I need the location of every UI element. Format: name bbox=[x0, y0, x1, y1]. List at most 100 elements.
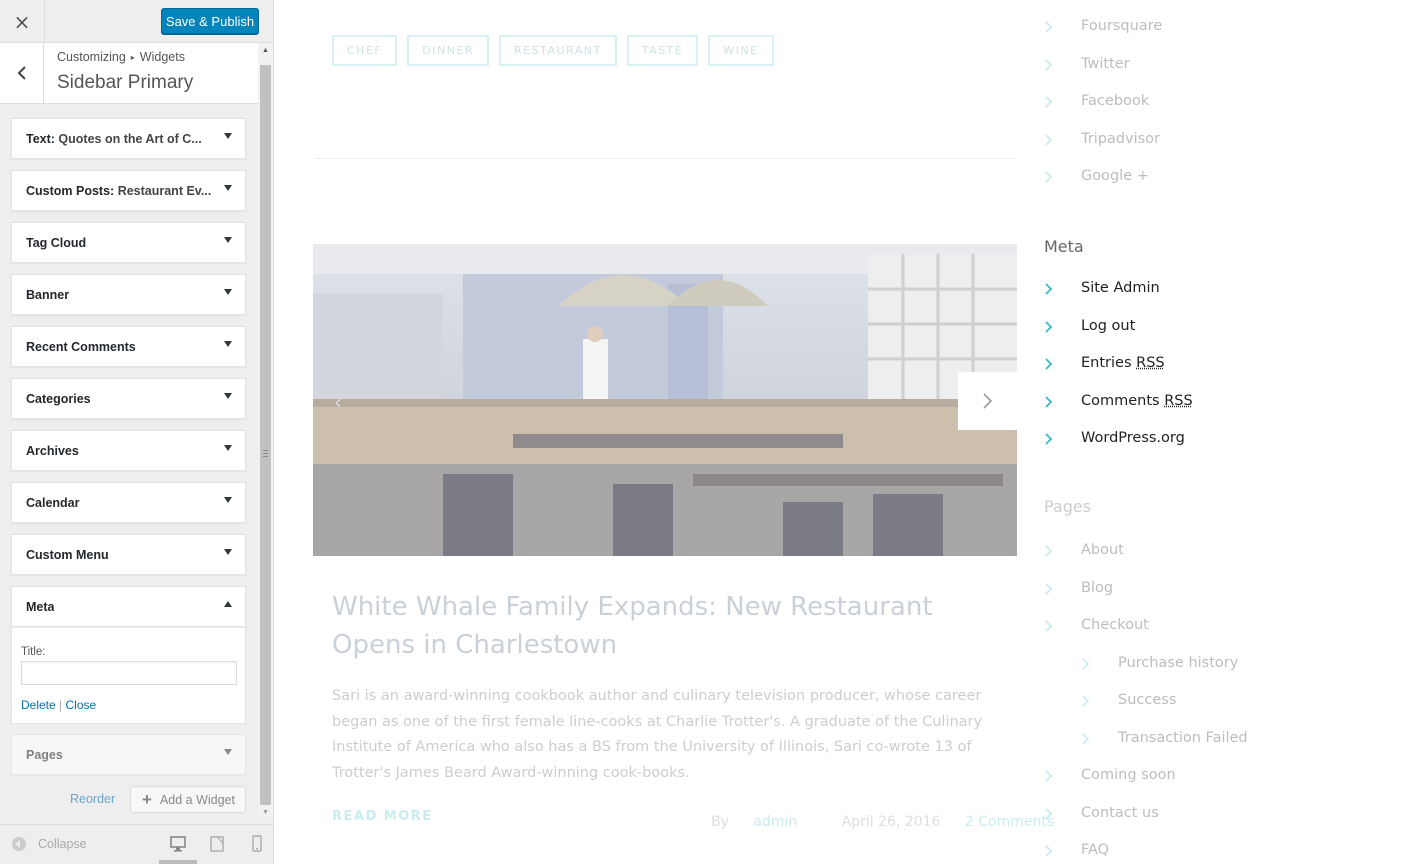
widget-title: Banner bbox=[26, 288, 70, 302]
meta-link-comments-rss[interactable]: Comments RSS bbox=[1044, 393, 1193, 431]
mobile-preview-icon[interactable] bbox=[248, 835, 266, 853]
list-item[interactable]: Checkout bbox=[1044, 617, 1248, 655]
tag-restaurant[interactable]: RESTAURANT bbox=[499, 35, 617, 66]
widget-title: Custom Menu bbox=[26, 548, 109, 562]
widget-title: Calendar bbox=[26, 496, 80, 510]
post-title[interactable]: White Whale Family Expands: New Restaura… bbox=[332, 588, 1002, 664]
pages-widget-heading: Pages bbox=[1044, 497, 1092, 516]
post-tags: CHEF DINNER RESTAURANT TASTE WINE bbox=[332, 35, 784, 66]
widget-recent-comments[interactable]: Recent Comments bbox=[11, 326, 246, 367]
chevron-right-icon bbox=[1045, 171, 1053, 183]
by-label: By bbox=[711, 814, 729, 830]
widget-calendar[interactable]: Calendar bbox=[11, 482, 246, 523]
meta-link-site-admin[interactable]: Site Admin bbox=[1044, 280, 1193, 318]
chevron-right-icon bbox=[1045, 58, 1053, 71]
slider-prev-icon[interactable]: ‹ bbox=[334, 390, 342, 414]
list-item[interactable]: Success bbox=[1044, 692, 1248, 730]
collapse-arrow-icon bbox=[12, 837, 26, 851]
chevron-right-icon bbox=[1045, 320, 1053, 333]
desktop-preview-icon[interactable] bbox=[169, 835, 187, 853]
breadcrumb: Customizing ▸ Widgets bbox=[57, 50, 185, 64]
collapse-button[interactable]: Collapse bbox=[12, 837, 87, 851]
close-widget-link[interactable]: Close bbox=[66, 698, 97, 712]
widget-text[interactable]: Text: Quotes on the Art of C... bbox=[11, 118, 246, 159]
chevron-right-icon bbox=[1082, 657, 1090, 670]
chevron-right-icon bbox=[982, 393, 992, 409]
widget-title: Archives bbox=[26, 444, 79, 458]
slider-next-button[interactable] bbox=[958, 372, 1017, 430]
widget-title: Text: Quotes on the Art of C... bbox=[26, 132, 202, 146]
widget-meta[interactable]: Meta bbox=[11, 586, 246, 627]
list-item[interactable]: Twitter bbox=[1044, 56, 1162, 94]
list-item[interactable]: Contact us bbox=[1044, 805, 1248, 843]
chevron-right-icon bbox=[1082, 695, 1090, 707]
widget-custom-posts[interactable]: Custom Posts: Restaurant Ev... bbox=[11, 170, 246, 211]
meta-link-log-out[interactable]: Log out bbox=[1044, 318, 1193, 356]
tag-wine[interactable]: WINE bbox=[708, 35, 774, 66]
read-more-link[interactable]: READ MORE bbox=[332, 809, 433, 824]
chevron-right-icon bbox=[1045, 807, 1053, 820]
widget-archives[interactable]: Archives bbox=[11, 430, 246, 471]
caret-down-icon[interactable] bbox=[224, 445, 232, 451]
widget-title: Categories bbox=[26, 392, 91, 406]
chevron-right-icon bbox=[1045, 582, 1053, 595]
list-item[interactable]: About bbox=[1044, 542, 1248, 580]
caret-down-icon[interactable] bbox=[224, 341, 232, 347]
caret-down-icon[interactable] bbox=[224, 133, 232, 139]
chevron-right-icon bbox=[1045, 620, 1053, 632]
meta-links-list: Site Admin Log out Entries RSS Comments … bbox=[1044, 280, 1193, 468]
list-item[interactable]: Coming soon bbox=[1044, 767, 1248, 805]
post-featured-image[interactable] bbox=[313, 244, 1017, 556]
back-button[interactable] bbox=[0, 43, 44, 103]
tag-taste[interactable]: TASTE bbox=[626, 35, 699, 66]
post-author-link[interactable]: admin bbox=[753, 814, 797, 830]
widget-tag-cloud[interactable]: Tag Cloud bbox=[11, 222, 246, 263]
list-item[interactable]: Facebook bbox=[1044, 93, 1162, 131]
reorder-widgets-link[interactable]: Reorder bbox=[70, 792, 115, 806]
caret-down-icon[interactable] bbox=[224, 237, 232, 243]
save-publish-button[interactable]: Save & Publish bbox=[161, 8, 259, 34]
customizer-footer: Collapse bbox=[0, 824, 273, 864]
list-item[interactable]: Google + bbox=[1044, 168, 1162, 206]
plus-icon: + bbox=[142, 789, 152, 809]
scroll-thumb[interactable] bbox=[260, 65, 271, 805]
widget-banner[interactable]: Banner bbox=[11, 274, 246, 315]
widget-title: Recent Comments bbox=[26, 340, 136, 354]
list-item[interactable]: Tripadvisor bbox=[1044, 131, 1162, 169]
grip-icon bbox=[263, 450, 268, 457]
caret-down-icon[interactable] bbox=[224, 185, 232, 191]
caret-down-icon[interactable] bbox=[224, 393, 232, 399]
tag-chef[interactable]: CHEF bbox=[332, 35, 398, 66]
list-item[interactable]: FAQ bbox=[1044, 842, 1248, 864]
list-item[interactable]: Purchase history bbox=[1044, 655, 1248, 693]
scroll-down-arrow-icon[interactable]: ▼ bbox=[258, 805, 273, 819]
list-item[interactable]: Blog bbox=[1044, 580, 1248, 618]
list-item[interactable]: Foursquare bbox=[1044, 18, 1162, 56]
close-customizer-button[interactable]: × bbox=[0, 0, 45, 43]
widget-categories[interactable]: Categories bbox=[11, 378, 246, 419]
add-widget-button[interactable]: + Add a Widget bbox=[130, 786, 246, 813]
caret-down-icon[interactable] bbox=[224, 549, 232, 555]
add-widget-label: Add a Widget bbox=[159, 792, 235, 807]
widget-custom-menu[interactable]: Custom Menu bbox=[11, 534, 246, 575]
tablet-preview-icon[interactable] bbox=[208, 835, 226, 853]
caret-up-icon[interactable] bbox=[224, 601, 232, 607]
widget-pages[interactable]: Pages bbox=[11, 734, 246, 775]
meta-link-wordpress-org[interactable]: WordPress.org bbox=[1044, 430, 1193, 468]
widget-instance-title: Restaurant Ev... bbox=[117, 184, 211, 198]
post-comments-link[interactable]: 2 Comments bbox=[965, 814, 1054, 830]
title-field[interactable] bbox=[21, 661, 237, 685]
caret-down-icon[interactable] bbox=[224, 497, 232, 503]
sidebar-scrollbar[interactable]: ▲ ▼ bbox=[258, 43, 273, 817]
list-item[interactable]: Transaction Failed bbox=[1044, 730, 1248, 768]
meta-link-entries-rss[interactable]: Entries RSS bbox=[1044, 355, 1193, 393]
chevron-right-icon bbox=[1045, 545, 1053, 557]
chevron-right-icon bbox=[1045, 133, 1053, 146]
tag-dinner[interactable]: DINNER bbox=[407, 35, 489, 66]
caret-down-icon[interactable] bbox=[224, 289, 232, 295]
caret-down-icon[interactable] bbox=[224, 749, 232, 755]
widget-title: Tag Cloud bbox=[26, 236, 87, 250]
close-icon: × bbox=[13, 9, 31, 34]
scroll-up-arrow-icon[interactable]: ▲ bbox=[258, 43, 273, 57]
delete-widget-link[interactable]: Delete bbox=[21, 698, 56, 712]
